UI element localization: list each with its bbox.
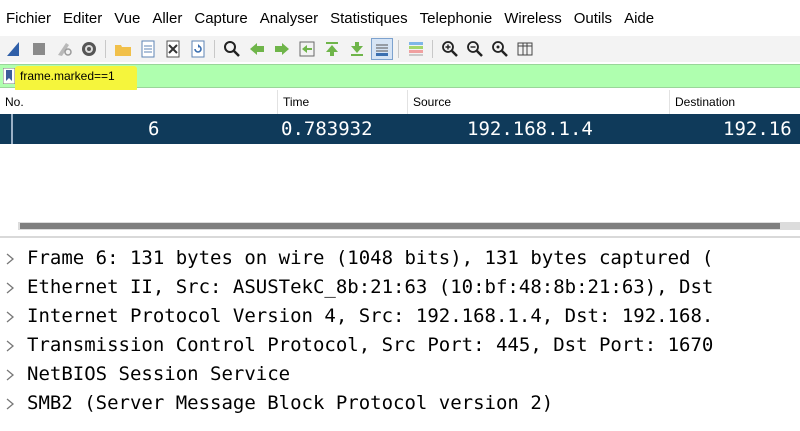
detail-text: Transmission Control Protocol, Src Port:…	[27, 334, 714, 356]
packet-no: 6	[148, 118, 160, 140]
main-toolbar	[0, 36, 800, 62]
normal-size-icon[interactable]	[489, 38, 511, 60]
last-packet-icon[interactable]	[346, 38, 368, 60]
toolbar-separator	[432, 40, 433, 58]
menu-aller[interactable]: Aller	[146, 10, 188, 27]
menu-vue[interactable]: Vue	[108, 10, 146, 27]
toolbar-separator	[214, 40, 215, 58]
save-file-icon[interactable]	[137, 38, 159, 60]
bookmark-icon[interactable]	[3, 68, 15, 84]
pane-splitter[interactable]	[0, 236, 800, 238]
menu-analyser[interactable]: Analyser	[254, 10, 324, 27]
menu-wireless[interactable]: Wireless	[498, 10, 568, 27]
restart-icon[interactable]	[53, 38, 75, 60]
scrollbar-thumb[interactable]	[20, 223, 780, 229]
column-header-source[interactable]: Source	[408, 90, 670, 114]
close-file-icon[interactable]	[162, 38, 184, 60]
detail-text: Frame 6: 131 bytes on wire (1048 bits), …	[27, 247, 714, 269]
packet-row-selected[interactable]: 6 0.783932 192.168.1.4 192.16	[0, 114, 800, 144]
detail-row-netbios[interactable]: NetBIOS Session Service	[0, 360, 800, 389]
chevron-right-icon[interactable]	[5, 398, 15, 410]
colorize-icon[interactable]	[405, 38, 427, 60]
chevron-right-icon[interactable]	[5, 253, 15, 265]
detail-row-frame[interactable]: Frame 6: 131 bytes on wire (1048 bits), …	[0, 244, 800, 273]
toolbar-separator	[105, 40, 106, 58]
autoscroll-icon[interactable]	[371, 38, 393, 60]
detail-row-ipv4[interactable]: Internet Protocol Version 4, Src: 192.16…	[0, 302, 800, 331]
stop-icon[interactable]	[28, 38, 50, 60]
detail-row-ethernet[interactable]: Ethernet II, Src: ASUSTekC_8b:21:63 (10:…	[0, 273, 800, 302]
toolbar-separator	[398, 40, 399, 58]
chevron-right-icon[interactable]	[5, 311, 15, 323]
menu-statistiques[interactable]: Statistiques	[324, 10, 414, 27]
go-forward-icon[interactable]	[271, 38, 293, 60]
options-gear-icon[interactable]	[78, 38, 100, 60]
column-header-time[interactable]: Time	[278, 90, 408, 114]
detail-text: Internet Protocol Version 4, Src: 192.16…	[27, 305, 714, 327]
menu-outils[interactable]: Outils	[568, 10, 618, 27]
chevron-right-icon[interactable]	[5, 340, 15, 352]
go-back-icon[interactable]	[246, 38, 268, 60]
resize-columns-icon[interactable]	[514, 38, 536, 60]
reload-icon[interactable]	[187, 38, 209, 60]
column-header-no[interactable]: No.	[0, 90, 278, 114]
menu-capture[interactable]: Capture	[188, 10, 253, 27]
chevron-right-icon[interactable]	[5, 282, 15, 294]
detail-row-tcp[interactable]: Transmission Control Protocol, Src Port:…	[0, 331, 800, 360]
packet-row-marker	[11, 114, 13, 144]
packet-list-header: No. Time Source Destination	[0, 90, 800, 115]
display-filter-bar	[0, 64, 800, 92]
go-to-packet-icon[interactable]	[296, 38, 318, 60]
menu-telephonie[interactable]: Telephonie	[414, 10, 499, 27]
menu-fichier[interactable]: Fichier	[0, 10, 57, 27]
zoom-out-icon[interactable]	[464, 38, 486, 60]
menu-bar: Fichier Editer Vue Aller Capture Analyse…	[0, 0, 800, 36]
packet-details-pane: Frame 6: 131 bytes on wire (1048 bits), …	[0, 244, 800, 431]
detail-text: Ethernet II, Src: ASUSTekC_8b:21:63 (10:…	[27, 276, 714, 298]
packet-destination: 192.16	[723, 118, 792, 140]
packet-source: 192.168.1.4	[467, 118, 593, 140]
packet-time: 0.783932	[281, 118, 373, 140]
open-folder-icon[interactable]	[112, 38, 134, 60]
display-filter-input[interactable]	[20, 68, 220, 84]
detail-text: NetBIOS Session Service	[27, 363, 291, 385]
find-icon[interactable]	[221, 38, 243, 60]
detail-row-smb2[interactable]: SMB2 (Server Message Block Protocol vers…	[0, 389, 800, 418]
first-packet-icon[interactable]	[321, 38, 343, 60]
column-header-destination[interactable]: Destination	[670, 90, 800, 114]
chevron-right-icon[interactable]	[5, 369, 15, 381]
detail-text: SMB2 (Server Message Block Protocol vers…	[27, 392, 554, 414]
zoom-in-icon[interactable]	[439, 38, 461, 60]
menu-editer[interactable]: Editer	[57, 10, 108, 27]
shark-fin-icon[interactable]	[3, 38, 25, 60]
menu-aide[interactable]: Aide	[618, 10, 660, 27]
